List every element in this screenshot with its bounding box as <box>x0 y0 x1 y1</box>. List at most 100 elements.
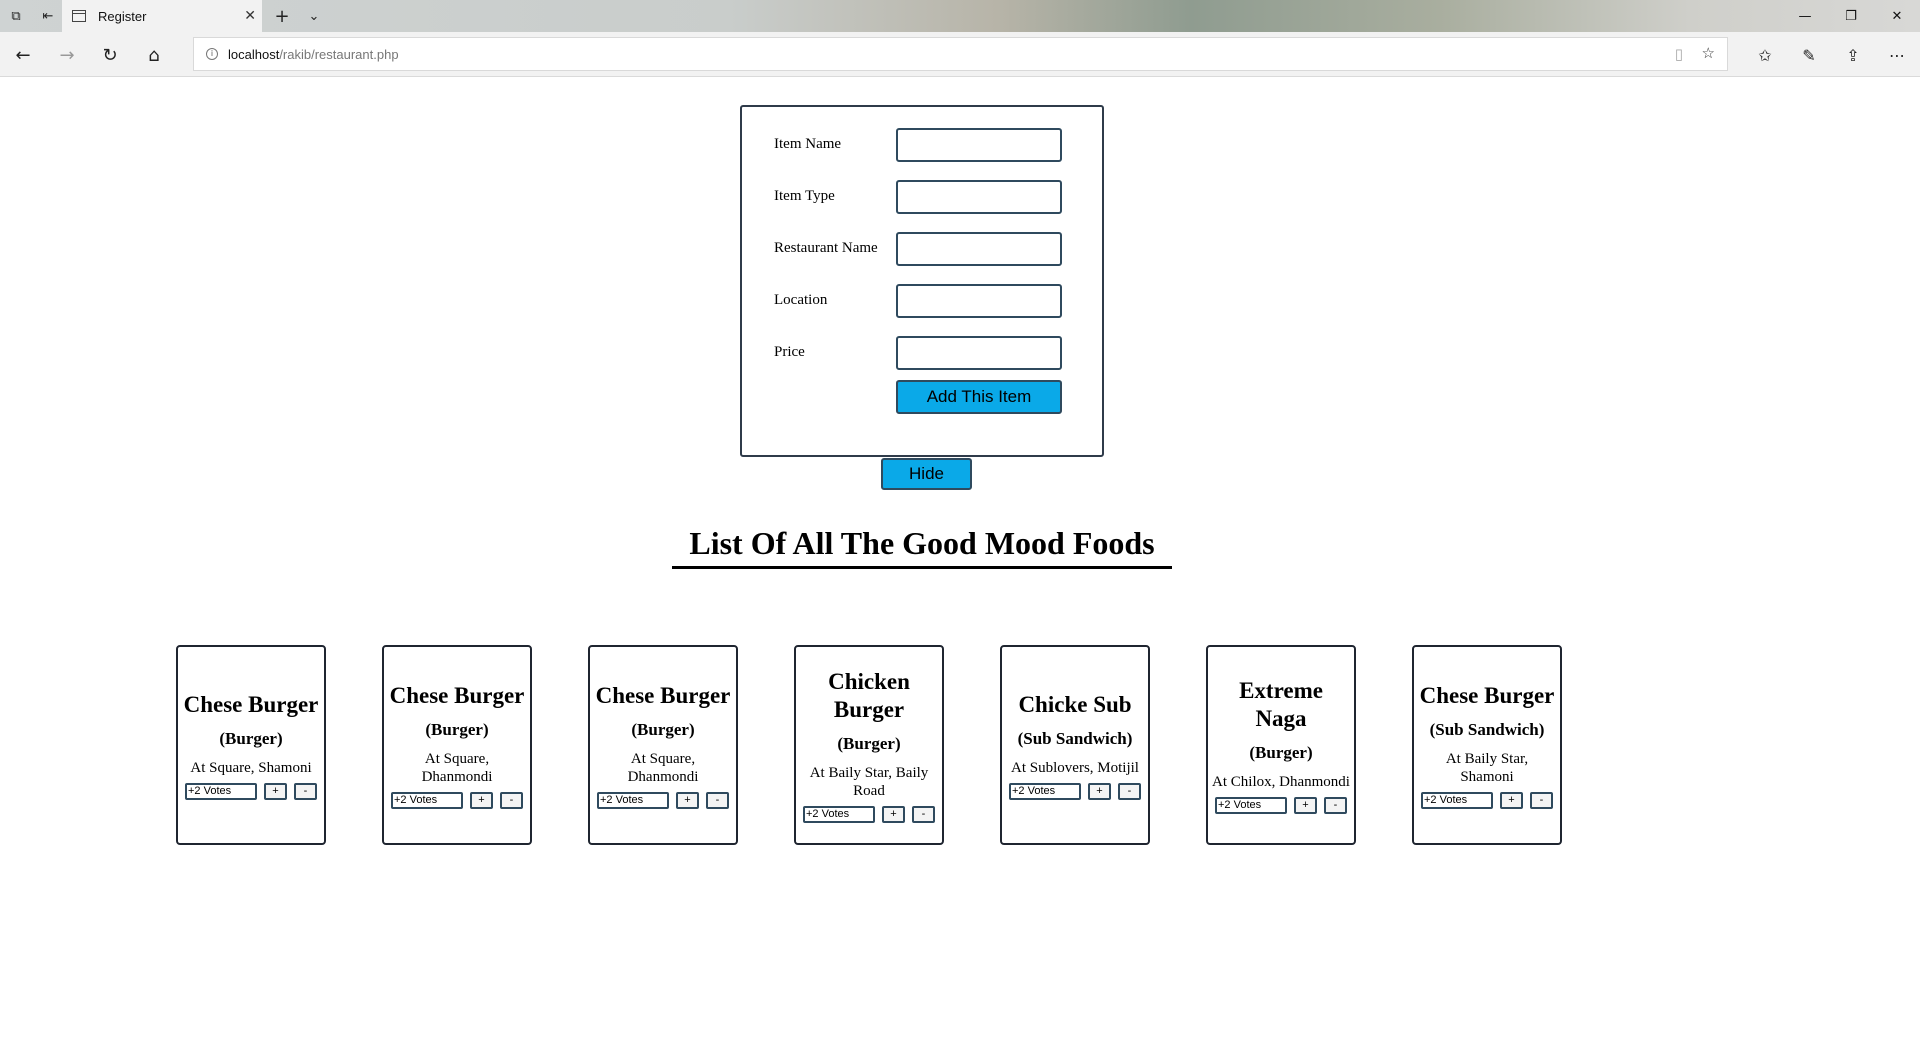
upvote-button[interactable]: + <box>676 791 699 809</box>
food-location: At Baily Star, Shamoni <box>1445 750 1529 785</box>
tab-register[interactable]: Register ✕ <box>62 0 262 32</box>
item-type-row: Item Type <box>774 180 1094 214</box>
food-type: (Burger) <box>425 719 489 739</box>
restore-icon[interactable]: ❐ <box>1828 0 1874 32</box>
votes-count: +2 Votes <box>1421 791 1493 809</box>
set-aside-tabs-icon[interactable]: ⇤ <box>38 6 58 26</box>
item-name-label: Item Name <box>774 136 842 152</box>
upvote-button[interactable]: + <box>882 805 905 823</box>
upvote-button[interactable]: + <box>264 782 287 800</box>
votes-count: +2 Votes <box>1009 782 1081 800</box>
back-icon[interactable]: ← <box>10 42 36 68</box>
url-host: localhost <box>228 46 280 62</box>
browser-nav-bar: ← → ↻ ⌂ i localhost /rakib/restaurant.ph… <box>0 32 1920 77</box>
reading-view-icon[interactable]: ▯ <box>1675 45 1683 63</box>
list-title: List Of All The Good Mood Foods <box>689 525 1155 561</box>
food-name: Extreme Naga <box>1239 677 1323 731</box>
vote-controls: +2 Votes + - <box>391 791 523 809</box>
downvote-button[interactable]: - <box>500 791 523 809</box>
price-input[interactable] <box>896 336 1062 370</box>
browser-tab-bar: ⧉ ⇤ Register ✕ + ⌄ — ❐ ✕ <box>0 0 1920 32</box>
window-close-icon[interactable]: ✕ <box>1874 0 1920 32</box>
chevron-down-icon[interactable]: ⌄ <box>304 6 324 26</box>
pen-icon[interactable]: ✎ <box>1796 42 1822 68</box>
food-location: At Sublovers, Motijil <box>1011 759 1139 776</box>
price-row: Price <box>774 336 1094 370</box>
food-location: At Square, Shamoni <box>190 759 312 776</box>
votes-count: +2 Votes <box>803 805 875 823</box>
downvote-button[interactable]: - <box>1324 796 1347 814</box>
food-name: Chese Burger <box>389 682 525 708</box>
food-card: Chese Burger (Sub Sandwich) At Baily Sta… <box>1412 645 1562 845</box>
food-type: (Sub Sandwich) <box>1429 719 1545 739</box>
item-type-label: Item Type <box>774 188 835 204</box>
new-tab-icon[interactable]: + <box>272 6 292 27</box>
downvote-button[interactable]: - <box>912 805 935 823</box>
votes-count: +2 Votes <box>1215 796 1287 814</box>
item-name-row: Item Name <box>774 128 1094 162</box>
votes-count: +2 Votes <box>391 791 463 809</box>
item-name-input[interactable] <box>896 128 1062 162</box>
food-list: Chese Burger (Burger) At Square, Shamoni… <box>176 645 1566 845</box>
info-icon[interactable]: i <box>206 48 218 60</box>
page-icon <box>72 10 86 22</box>
url-path: /rakib/restaurant.php <box>279 46 399 62</box>
refresh-icon[interactable]: ↻ <box>97 42 123 68</box>
food-card: Chese Burger (Burger) At Square, Shamoni… <box>176 645 326 845</box>
upvote-button[interactable]: + <box>1500 791 1523 809</box>
restaurant-name-label: Restaurant Name <box>774 240 878 256</box>
food-name: Chicken Burger <box>828 668 910 722</box>
food-location: At Baily Star, Baily Road <box>809 764 929 799</box>
price-label: Price <box>774 344 805 360</box>
add-item-button[interactable]: Add This Item <box>896 380 1062 414</box>
food-name: Chese Burger <box>1419 682 1555 708</box>
votes-count: +2 Votes <box>597 791 669 809</box>
food-type: (Burger) <box>219 728 283 748</box>
title-underline <box>672 566 1172 569</box>
food-type: (Burger) <box>1249 742 1313 762</box>
address-bar[interactable]: i localhost /rakib/restaurant.php ▯ ☆ <box>193 37 1728 71</box>
vote-controls: +2 Votes + - <box>597 791 729 809</box>
location-input[interactable] <box>896 284 1062 318</box>
food-location: At Chilox, Dhanmondi <box>1212 773 1350 790</box>
downvote-button[interactable]: - <box>1530 791 1553 809</box>
vote-controls: +2 Votes + - <box>1421 791 1553 809</box>
upvote-button[interactable]: + <box>470 791 493 809</box>
votes-count: +2 Votes <box>185 782 257 800</box>
minimize-icon[interactable]: — <box>1782 0 1828 32</box>
food-location: At Square, Dhanmondi <box>627 750 699 785</box>
location-row: Location <box>774 284 1094 318</box>
downvote-button[interactable]: - <box>294 782 317 800</box>
vote-controls: +2 Votes + - <box>1215 796 1347 814</box>
food-card: Extreme Naga (Burger) At Chilox, Dhanmon… <box>1206 645 1356 845</box>
food-card: Chese Burger (Burger) At Square, Dhanmon… <box>588 645 738 845</box>
upvote-button[interactable]: + <box>1088 782 1111 800</box>
restaurant-name-row: Restaurant Name <box>774 232 1094 266</box>
tab-manager-icon[interactable]: ⧉ <box>6 6 26 26</box>
more-icon[interactable]: ⋯ <box>1884 42 1910 68</box>
downvote-button[interactable]: - <box>1118 782 1141 800</box>
favorite-star-icon[interactable]: ☆ <box>1702 44 1715 62</box>
food-name: Chicke Sub <box>1018 691 1132 717</box>
location-label: Location <box>774 292 828 308</box>
close-icon[interactable]: ✕ <box>244 8 256 24</box>
hide-button[interactable]: Hide <box>881 458 972 490</box>
add-item-form: Item Name Item Type Restaurant Name Loca… <box>740 105 1104 457</box>
home-icon[interactable]: ⌂ <box>141 42 167 68</box>
food-location: At Square, Dhanmondi <box>421 750 493 785</box>
food-card: Chicken Burger (Burger) At Baily Star, B… <box>794 645 944 845</box>
vote-controls: +2 Votes + - <box>803 805 935 823</box>
food-card: Chese Burger (Burger) At Square, Dhanmon… <box>382 645 532 845</box>
item-type-input[interactable] <box>896 180 1062 214</box>
food-type: (Sub Sandwich) <box>1017 728 1133 748</box>
favorites-icon[interactable]: ✩ <box>1752 42 1778 68</box>
downvote-button[interactable]: - <box>706 791 729 809</box>
upvote-button[interactable]: + <box>1294 796 1317 814</box>
vote-controls: +2 Votes + - <box>185 782 317 800</box>
vote-controls: +2 Votes + - <box>1009 782 1141 800</box>
food-type: (Burger) <box>631 719 695 739</box>
forward-icon[interactable]: → <box>54 42 80 68</box>
share-icon[interactable]: ⇪ <box>1840 42 1866 68</box>
food-card: Chicke Sub (Sub Sandwich) At Sublovers, … <box>1000 645 1150 845</box>
restaurant-name-input[interactable] <box>896 232 1062 266</box>
